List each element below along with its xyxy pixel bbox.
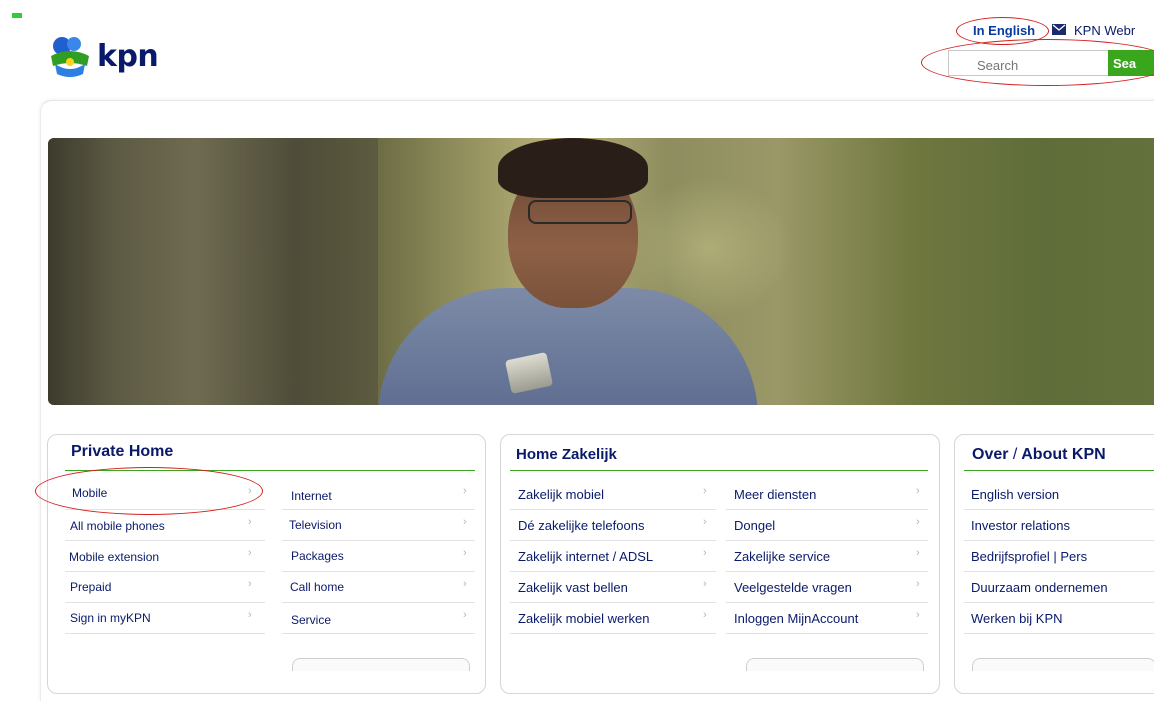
row-divider	[282, 571, 475, 572]
private-more-button[interactable]	[292, 658, 470, 671]
chevron-right-icon: ›	[703, 547, 707, 559]
row-divider	[726, 540, 928, 541]
in-english-link[interactable]: In English	[973, 23, 1035, 38]
chevron-right-icon: ›	[463, 516, 467, 528]
row-divider	[510, 540, 716, 541]
search-button[interactable]: Sea	[1108, 50, 1154, 76]
private-link-all-mobile-phones[interactable]: All mobile phones	[70, 519, 165, 533]
row-divider	[726, 602, 928, 603]
private-link-internet[interactable]: Internet	[291, 489, 332, 503]
row-divider	[964, 540, 1154, 541]
chevron-right-icon: ›	[703, 578, 707, 590]
hero-boy-glasses	[528, 200, 632, 224]
zakelijk-link-service[interactable]: Zakelijke service	[734, 549, 830, 564]
row-divider	[282, 540, 475, 541]
kpn-crown-logo-icon	[51, 37, 89, 77]
zakelijk-link-dongel[interactable]: Dongel	[734, 518, 775, 533]
zakelijk-link-mobiel-werken[interactable]: Zakelijk mobiel werken	[518, 611, 650, 626]
about-more-button[interactable]	[972, 658, 1154, 671]
about-title-over: Over	[972, 446, 1009, 463]
zakelijk-link-mobiel[interactable]: Zakelijk mobiel	[518, 487, 604, 502]
about-kpn-title[interactable]: Over / About KPN	[972, 446, 1106, 464]
zakelijk-link-vast-bellen[interactable]: Zakelijk vast bellen	[518, 580, 628, 595]
chevron-right-icon: ›	[248, 578, 252, 590]
kpn-logo[interactable]: kpn	[47, 33, 159, 79]
about-link-duurzaam[interactable]: Duurzaam ondernemen	[971, 580, 1108, 595]
chevron-right-icon: ›	[463, 578, 467, 590]
row-divider	[65, 602, 265, 603]
zakelijk-link-internet-adsl[interactable]: Zakelijk internet / ADSL	[518, 549, 653, 564]
chevron-right-icon: ›	[248, 547, 252, 559]
row-divider	[282, 633, 475, 634]
chevron-right-icon: ›	[916, 578, 920, 590]
chevron-right-icon: ›	[916, 516, 920, 528]
search-input[interactable]	[948, 50, 1108, 76]
row-divider	[726, 571, 928, 572]
home-zakelijk-title[interactable]: Home Zakelijk	[516, 446, 617, 463]
chevron-right-icon: ›	[463, 547, 467, 559]
corner-marker	[12, 13, 22, 18]
private-link-sign-in-mykpn[interactable]: Sign in myKPN	[70, 611, 151, 625]
private-home-title[interactable]: Private Home	[71, 443, 173, 461]
about-link-english-version[interactable]: English version	[971, 487, 1059, 502]
private-home-divider	[65, 470, 475, 471]
about-kpn-panel	[954, 434, 1154, 694]
zakelijk-link-telefoons[interactable]: Dé zakelijke telefoons	[518, 518, 644, 533]
private-link-mobile-extension[interactable]: Mobile extension	[69, 550, 159, 564]
hero-tree-trunk	[48, 138, 378, 405]
row-divider	[726, 509, 928, 510]
row-divider	[510, 571, 716, 572]
row-divider	[65, 509, 265, 510]
private-link-packages[interactable]: Packages	[291, 549, 344, 563]
home-zakelijk-panel	[500, 434, 940, 694]
about-link-werken-bij-kpn[interactable]: Werken bij KPN	[971, 611, 1063, 626]
kpn-webmail-link[interactable]: KPN Webr	[1074, 23, 1135, 38]
hero-image[interactable]	[48, 138, 1154, 405]
chevron-right-icon: ›	[248, 485, 252, 497]
row-divider	[510, 509, 716, 510]
row-divider	[282, 602, 475, 603]
private-home-panel	[47, 434, 486, 694]
chevron-right-icon: ›	[703, 516, 707, 528]
about-title-about: About KPN	[1021, 446, 1106, 463]
chevron-right-icon: ›	[916, 547, 920, 559]
row-divider	[65, 571, 265, 572]
chevron-right-icon: ›	[916, 485, 920, 497]
private-link-television[interactable]: Television	[289, 518, 342, 532]
row-divider	[964, 509, 1154, 510]
chevron-right-icon: ›	[463, 609, 467, 621]
chevron-right-icon: ›	[916, 609, 920, 621]
row-divider	[964, 571, 1154, 572]
hero-boy-hair	[498, 138, 648, 198]
mail-icon	[1052, 24, 1066, 35]
chevron-right-icon: ›	[463, 485, 467, 497]
private-link-mobile[interactable]: Mobile	[72, 486, 107, 500]
private-link-prepaid[interactable]: Prepaid	[70, 580, 111, 594]
row-divider	[726, 633, 928, 634]
chevron-right-icon: ›	[703, 485, 707, 497]
private-link-call-home[interactable]: Call home	[290, 580, 344, 594]
row-divider	[282, 509, 475, 510]
about-kpn-divider	[964, 470, 1154, 471]
about-title-separator: /	[1012, 446, 1018, 463]
zakelijk-more-button[interactable]	[746, 658, 924, 671]
logo-text: kpn	[97, 38, 159, 74]
about-link-investor-relations[interactable]: Investor relations	[971, 518, 1070, 533]
row-divider	[964, 633, 1154, 634]
private-link-service[interactable]: Service	[291, 613, 331, 627]
row-divider	[510, 633, 716, 634]
chevron-right-icon: ›	[248, 516, 252, 528]
chevron-right-icon: ›	[248, 609, 252, 621]
zakelijk-link-meer-diensten[interactable]: Meer diensten	[734, 487, 816, 502]
zakelijk-link-veelgestelde-vragen[interactable]: Veelgestelde vragen	[734, 580, 852, 595]
row-divider	[65, 540, 265, 541]
home-zakelijk-divider	[510, 470, 928, 471]
row-divider	[964, 602, 1154, 603]
zakelijk-link-inloggen[interactable]: Inloggen MijnAccount	[734, 611, 858, 626]
about-link-bedrijfsprofiel[interactable]: Bedrijfsprofiel | Pers	[971, 549, 1087, 564]
row-divider	[510, 602, 716, 603]
row-divider	[65, 633, 265, 634]
chevron-right-icon: ›	[703, 609, 707, 621]
